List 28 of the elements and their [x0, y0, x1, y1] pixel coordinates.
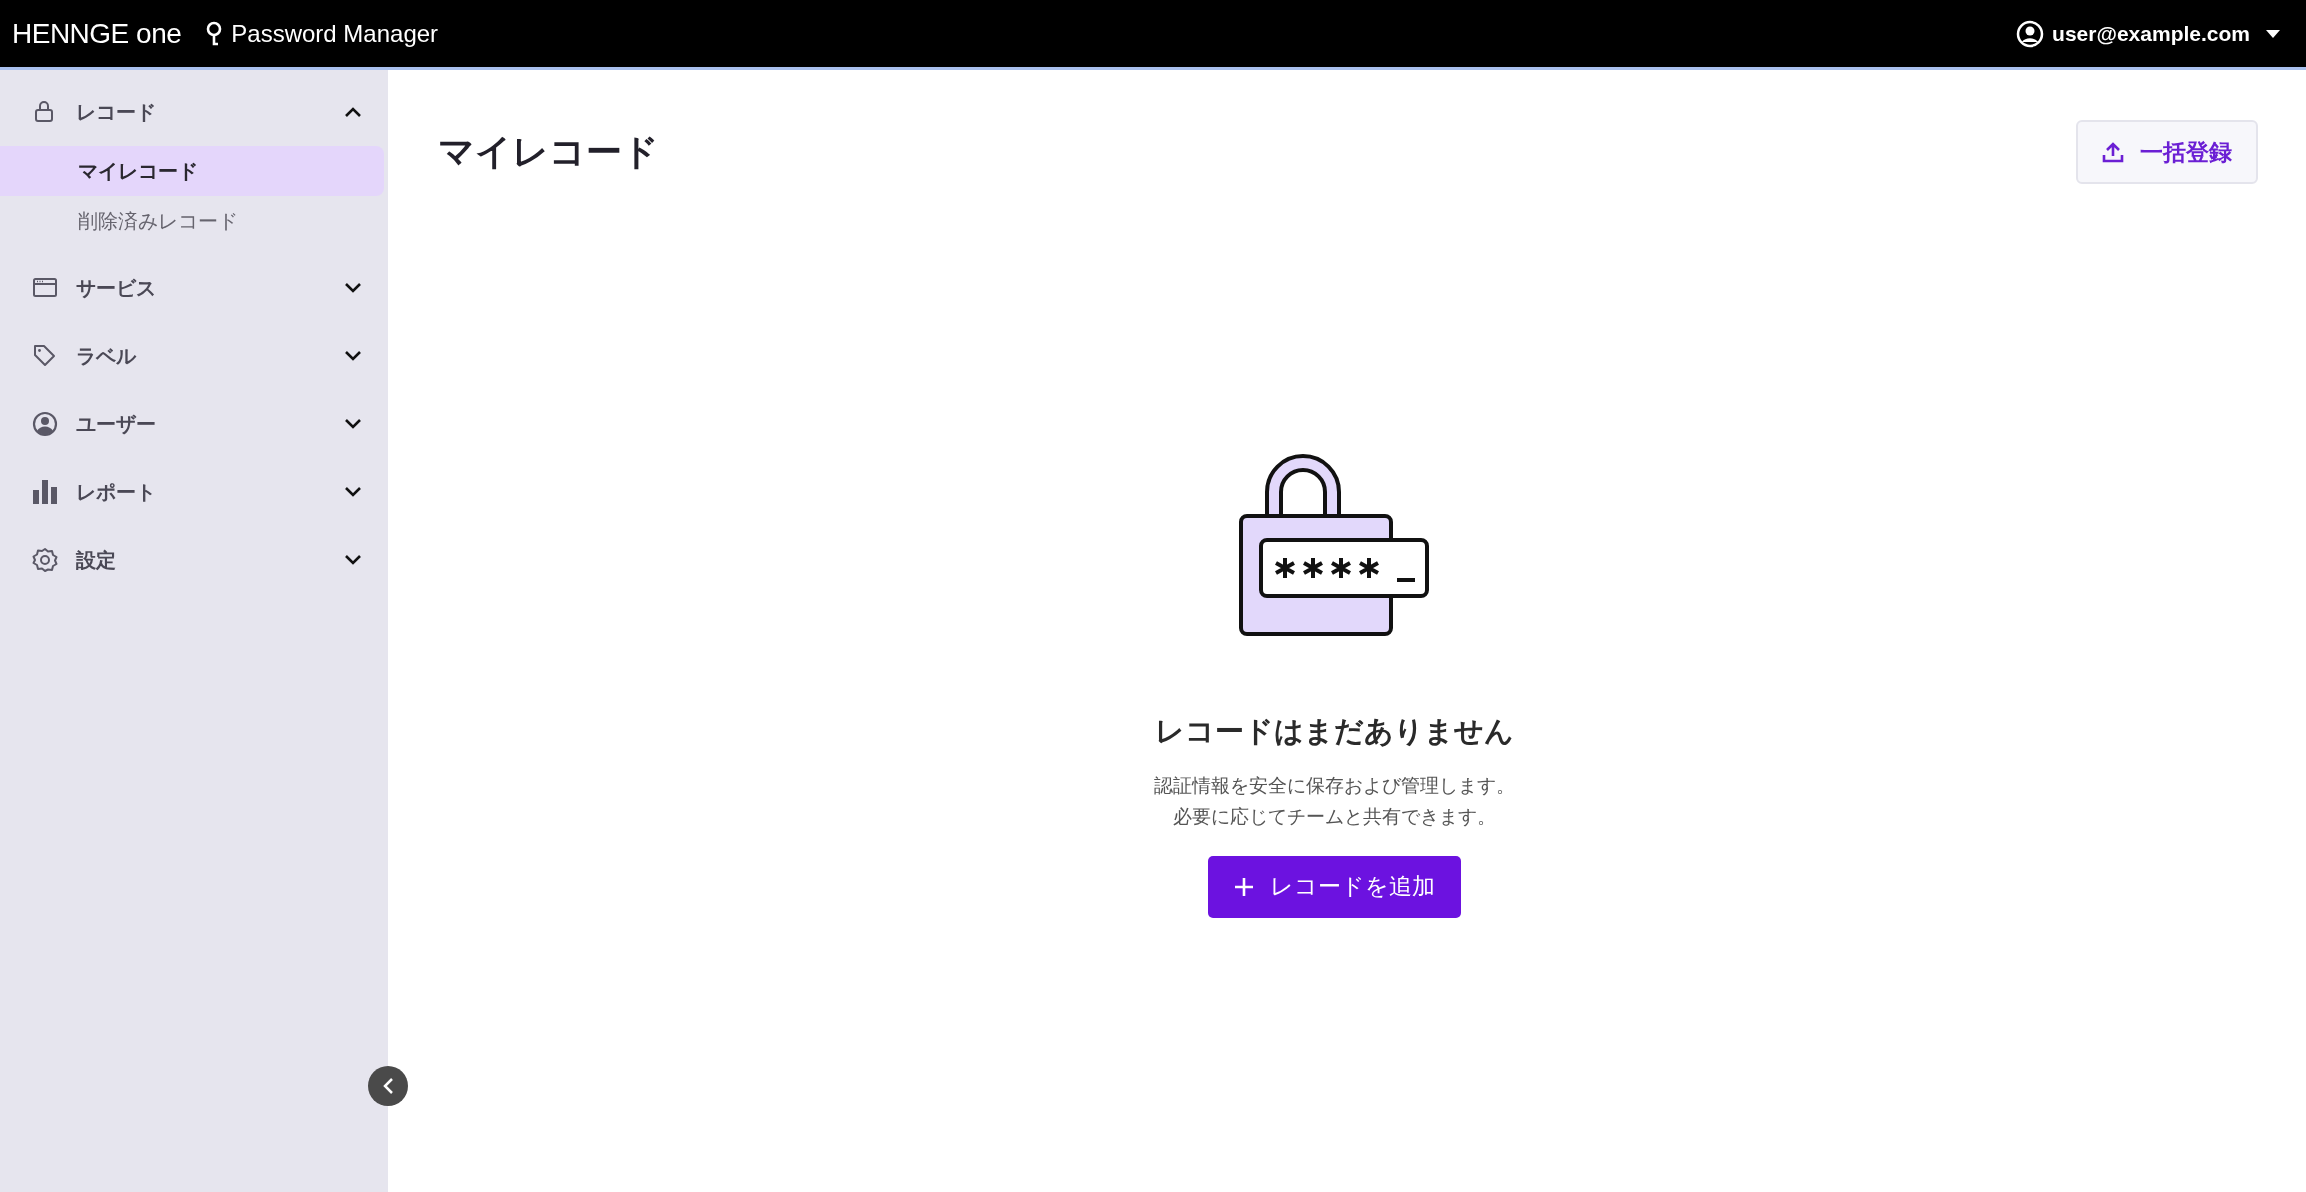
- bulk-register-button[interactable]: 一括登録: [2076, 120, 2258, 184]
- settings-icon: [32, 547, 58, 573]
- sidebar-item[interactable]: マイレコード: [0, 146, 384, 196]
- sidebar-section[interactable]: ユーザー: [0, 390, 388, 458]
- sidebar-section[interactable]: レポート: [0, 458, 388, 526]
- chevron-left-icon: [382, 1077, 394, 1095]
- collapse-sidebar-button[interactable]: [368, 1066, 408, 1106]
- tag-icon: [32, 343, 58, 369]
- sidebar-section[interactable]: 設定: [0, 526, 388, 594]
- dropdown-caret-icon: [2266, 29, 2280, 38]
- sidebar-section[interactable]: ラベル: [0, 322, 388, 390]
- user-icon: [2016, 19, 2045, 48]
- empty-state-description: 必要に応じてチームと共有できます。: [1172, 804, 1496, 829]
- bar-chart-icon: [32, 479, 58, 505]
- sidebar-item[interactable]: 削除済みレコード: [0, 196, 384, 246]
- plus-icon: [1233, 876, 1254, 897]
- user-email[interactable]: user@example.com: [2052, 17, 2250, 50]
- add-record-button[interactable]: レコードを追加: [1207, 855, 1461, 918]
- user-icon: [32, 411, 58, 437]
- empty-state-description: 認証情報を安全に保存および管理します。: [1153, 773, 1515, 798]
- upload-icon: [2102, 141, 2124, 163]
- sidebar-section[interactable]: サービス: [0, 254, 388, 322]
- page-title: マイレコード: [438, 130, 659, 174]
- product-name: Password Manager: [231, 18, 439, 49]
- empty-state-heading: レコードはまだありません: [1154, 714, 1514, 749]
- key-icon: [205, 20, 224, 47]
- sidebar-section[interactable]: レコード: [0, 78, 388, 146]
- brand-logo[interactable]: HENNGE one: [12, 12, 182, 55]
